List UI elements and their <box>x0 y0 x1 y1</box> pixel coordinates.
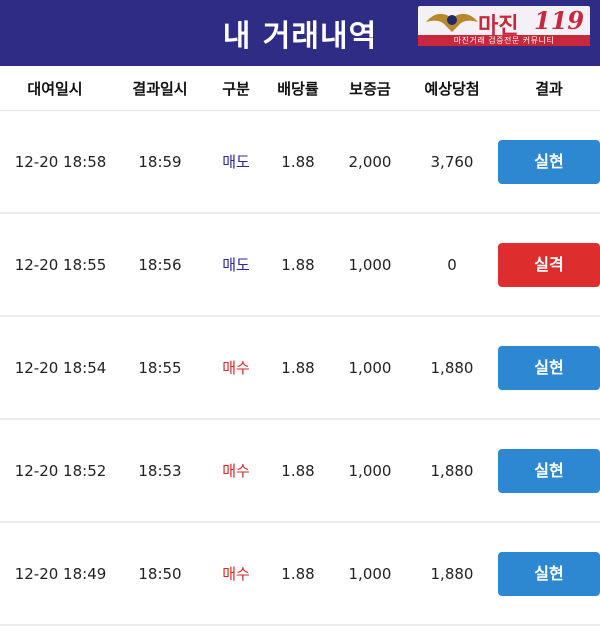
result-time: 18:50 <box>138 564 182 583</box>
col-rent-time: 대여일시 <box>27 79 83 98</box>
deposit: 2,000 <box>348 152 392 171</box>
trade-type: 매수 <box>222 359 250 377</box>
table-row: 12-20 18:52 18:53 매수 1.88 1,000 1,880 실현 <box>0 420 600 523</box>
col-odds: 배당률 <box>277 79 319 98</box>
odds: 1.88 <box>281 255 315 274</box>
result-time: 18:55 <box>138 358 182 377</box>
expected-win: 3,760 <box>430 152 474 171</box>
expected-win: 1,880 <box>430 564 474 583</box>
result-button[interactable]: 실현 <box>498 345 600 390</box>
page-header: 내 거래내역 마진 119 마진거래 검증전문 커뮤니티 <box>0 0 600 66</box>
col-deposit: 보증금 <box>349 79 391 98</box>
brand-logo: 마진 119 마진거래 검증전문 커뮤니티 <box>418 6 590 46</box>
expected-win: 1,880 <box>430 461 474 480</box>
table-header: 대여일시 결과일시 구분 배당률 보증금 예상당첨 결과 <box>0 66 600 111</box>
odds: 1.88 <box>281 358 315 377</box>
rent-time: 12-20 18:55 <box>14 255 107 274</box>
odds: 1.88 <box>281 461 315 480</box>
col-result: 결과 <box>535 79 563 98</box>
expected-win: 1,880 <box>430 358 474 377</box>
table-row: 12-20 18:54 18:55 매수 1.88 1,000 1,880 실현 <box>0 317 600 420</box>
trade-list: 12-20 18:58 18:59 매도 1.88 2,000 3,760 실현… <box>0 111 600 626</box>
result-button[interactable]: 실격 <box>498 242 600 287</box>
trade-type: 매수 <box>222 565 250 583</box>
col-type: 구분 <box>222 79 250 98</box>
deposit: 1,000 <box>348 564 392 583</box>
col-result-time: 결과일시 <box>132 79 188 98</box>
table-row: 12-20 18:58 18:59 매도 1.88 2,000 3,760 실현 <box>0 111 600 214</box>
rent-time: 12-20 18:52 <box>14 461 107 480</box>
rent-time: 12-20 18:54 <box>14 358 107 377</box>
expected-win: 0 <box>447 255 457 274</box>
result-time: 18:59 <box>138 152 182 171</box>
table-row: 12-20 18:49 18:50 매수 1.88 1,000 1,880 실현 <box>0 523 600 626</box>
odds: 1.88 <box>281 152 315 171</box>
result-button[interactable]: 실현 <box>498 551 600 596</box>
result-time: 18:56 <box>138 255 182 274</box>
col-expected-win: 예상당첨 <box>424 79 480 98</box>
deposit: 1,000 <box>348 255 392 274</box>
trade-type: 매수 <box>222 462 250 480</box>
rent-time: 12-20 18:58 <box>14 152 107 171</box>
result-time: 18:53 <box>138 461 182 480</box>
trade-type: 매도 <box>222 256 250 274</box>
logo-number-text: 119 <box>534 6 585 35</box>
rent-time: 12-20 18:49 <box>14 564 107 583</box>
result-button[interactable]: 실현 <box>498 448 600 493</box>
odds: 1.88 <box>281 564 315 583</box>
deposit: 1,000 <box>348 461 392 480</box>
trade-type: 매도 <box>222 153 250 171</box>
table-row: 12-20 18:55 18:56 매도 1.88 1,000 0 실격 <box>0 214 600 317</box>
page-title: 내 거래내역 <box>222 19 378 54</box>
logo-tagline: 마진거래 검증전문 커뮤니티 <box>418 35 590 46</box>
result-button[interactable]: 실현 <box>498 139 600 184</box>
deposit: 1,000 <box>348 358 392 377</box>
